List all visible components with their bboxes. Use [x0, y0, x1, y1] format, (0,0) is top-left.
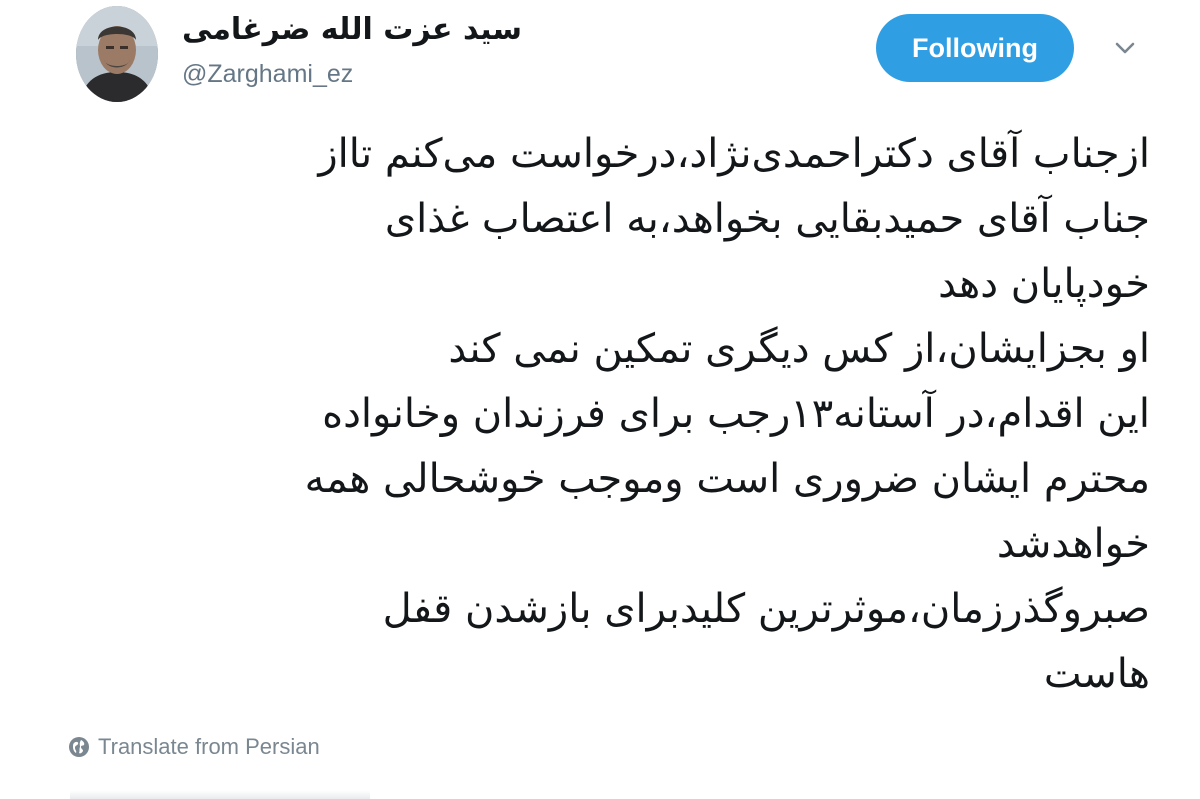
chevron-down-icon[interactable]: [1110, 36, 1140, 60]
globe-icon: [69, 737, 89, 757]
tweet-line: این اقدام،در آستانه۱۳رجب برای فرزندان وخ…: [322, 391, 1150, 437]
translate-link[interactable]: Translate from Persian: [68, 732, 320, 762]
tweet-line: جناب آقای حمیدبقایی بخواهد،به اعتصاب غذا…: [384, 196, 1150, 242]
following-button[interactable]: Following: [876, 14, 1074, 82]
cut-off-row: [70, 790, 370, 799]
avatar-photo: [76, 6, 158, 102]
tweet-text: ازجناب آقای دکتراحمدی‌نژاد،درخواست می‌کن…: [60, 122, 1150, 707]
display-name[interactable]: سید عزت الله ضرغامی: [182, 10, 522, 50]
translate-label[interactable]: Translate from Persian: [98, 734, 320, 760]
avatar[interactable]: [76, 6, 158, 102]
tweet-line: خواهدشد: [996, 521, 1150, 567]
tweet-line: هاست: [1043, 651, 1150, 697]
tweet-line: محترم ایشان ضروری است وموجب خوشحالی همه: [304, 456, 1150, 502]
tweet-card: سید عزت الله ضرغامی @Zarghami_ez Followi…: [0, 0, 1200, 799]
user-handle[interactable]: @Zarghami_ez: [182, 58, 353, 90]
tweet-line: صبروگذرزمان،موثرترین کلیدبرای بازشدن قفل: [382, 586, 1150, 632]
tweet-line: خودپایان دهد: [938, 261, 1150, 307]
tweet-line: او بجزایشان،از کس دیگری تمکین نمی کند: [448, 326, 1150, 372]
tweet-line: ازجناب آقای دکتراحمدی‌نژاد،درخواست می‌کن…: [318, 131, 1150, 177]
